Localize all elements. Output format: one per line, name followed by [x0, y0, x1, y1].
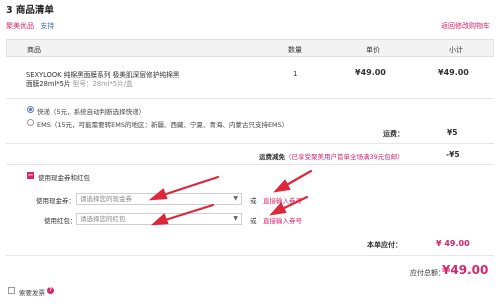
- invoice-checkbox[interactable]: [8, 287, 15, 294]
- red-direct-input-link[interactable]: 直接输入券号: [263, 215, 302, 225]
- red-packet-placeholder: 请选择您的红包: [80, 215, 126, 223]
- header-product: 商品: [27, 46, 41, 54]
- order-due-label: 本单应付：: [367, 241, 402, 249]
- shipping-ems-label: EMS（15元，可能需要转EMS的地区：新疆、西藏、宁夏、青海、内蒙古只支持EM…: [37, 121, 289, 129]
- divider: [6, 255, 494, 256]
- shipping-express-radio[interactable]: [27, 106, 34, 113]
- cash-coupon-select[interactable]: 请选择您的现金券 ▼: [76, 193, 242, 205]
- table-header: 商品 数量 单价 小计: [6, 39, 494, 57]
- back-to-cart-link[interactable]: 返回修改购物车: [441, 21, 490, 31]
- total-due-label: 应付总额：: [410, 269, 445, 277]
- red-packet-label: 使用红包：: [44, 217, 77, 225]
- freight-discount: 运费减免（已享受聚美用户首单全场满39元包邮）: [259, 151, 404, 161]
- shipping-ems-radio[interactable]: [27, 119, 34, 126]
- shipping-express-label: 快递（5元，系统自动判断选择快递）: [37, 108, 146, 116]
- product-quantity: 1: [293, 70, 298, 78]
- coupon-toggle-label[interactable]: 使用现金券和红包: [38, 172, 90, 182]
- table-row: SEXYLOOK 纯棉黑面膜系列 极美肌深层修护纯棉黑 面膜28ml*5片 型号：…: [6, 57, 494, 97]
- red-or-text: 或: [250, 217, 257, 225]
- header-subtotal: 小计: [449, 46, 463, 54]
- help-icon[interactable]: ?: [47, 287, 54, 294]
- coupon-toggle-icon[interactable]: −: [27, 172, 34, 179]
- product-name-line1: SEXYLOOK 纯棉黑面膜系列 极美肌深层修护纯棉黑: [26, 71, 180, 79]
- freight-discount-value: -¥5: [446, 150, 460, 159]
- product-unit-price: ¥49.00: [355, 68, 386, 77]
- order-due-value: ¥ 49.00: [436, 239, 470, 248]
- red-packet-select[interactable]: 请选择您的红包 ▼: [76, 213, 242, 225]
- product-spec: 型号：28ml*5片/盒: [72, 80, 133, 88]
- freight-label: 运费：: [383, 130, 404, 138]
- product-name-line2: 面膜28ml*5片 型号：28ml*5片/盒: [26, 80, 133, 88]
- freight-discount-label: 运费减免: [259, 153, 285, 161]
- invoice-label: 索要发票: [19, 289, 45, 297]
- store-label: 聚美优品 支持: [6, 21, 54, 31]
- store-support-link[interactable]: 支持: [40, 22, 54, 30]
- chevron-down-icon: ▼: [233, 215, 238, 222]
- cash-coupon-label: 使用现金券：: [36, 197, 75, 205]
- product-name[interactable]: SEXYLOOK 纯棉黑面膜系列 极美肌深层修护纯棉黑 面膜28ml*5片 型号：…: [26, 71, 216, 89]
- total-due-value: ¥49.00: [442, 263, 489, 277]
- cash-or-text: 或: [250, 197, 257, 205]
- product-subtotal: ¥49.00: [438, 68, 469, 77]
- cash-direct-input-link[interactable]: 直接输入券号: [263, 195, 302, 205]
- store-name: 聚美优品: [6, 22, 34, 30]
- cash-coupon-placeholder: 请选择您的现金券: [80, 195, 132, 203]
- divider: [6, 164, 494, 165]
- divider: [6, 143, 494, 144]
- header-unit-price: 单价: [366, 46, 380, 54]
- freight-discount-note: （已享受聚美用户首单全场满39元包邮）: [285, 153, 404, 161]
- divider: [6, 98, 494, 99]
- freight-value: ¥5: [447, 128, 458, 137]
- chevron-down-icon: ▼: [233, 195, 238, 202]
- header-quantity: 数量: [288, 46, 302, 54]
- page-title: 3 商品清单: [6, 5, 54, 16]
